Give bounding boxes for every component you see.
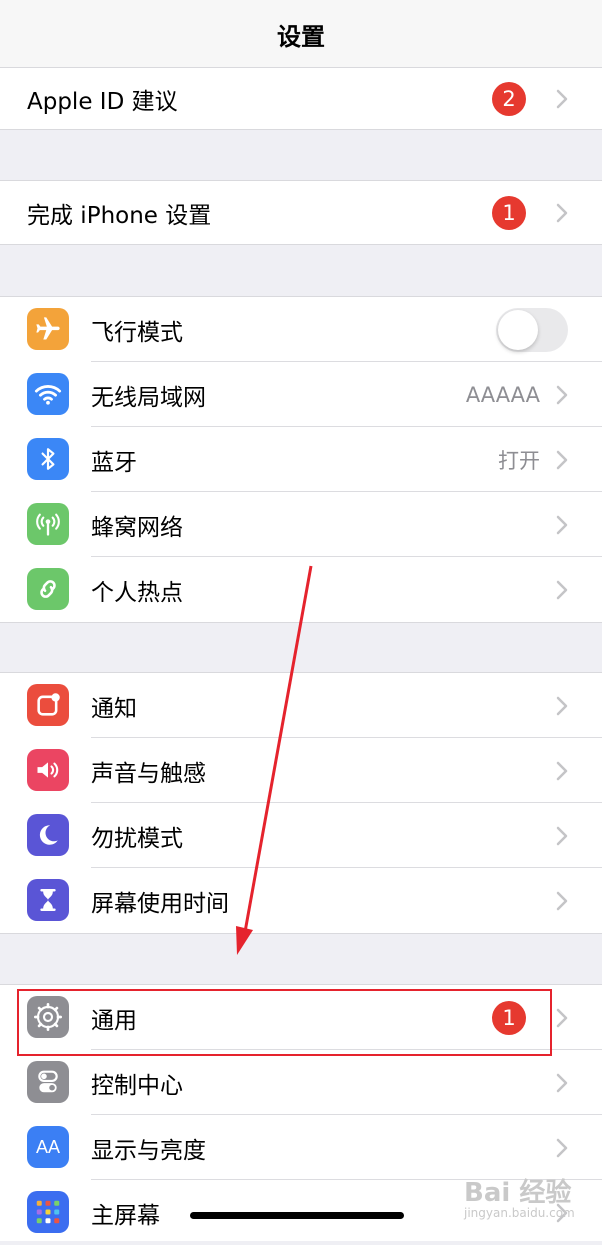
display-brightness-row[interactable]: AA 显示与亮度 bbox=[0, 1115, 602, 1180]
airplane-mode-label: 飞行模式 bbox=[91, 319, 183, 346]
bluetooth-icon bbox=[27, 438, 69, 480]
notifications-row[interactable]: 通知 bbox=[0, 673, 602, 738]
hotspot-icon bbox=[27, 568, 69, 610]
chevron-right-icon bbox=[556, 89, 568, 108]
wifi-label: 无线局域网 bbox=[91, 384, 206, 411]
iphone-setup-group: 完成 iPhone 设置 1 bbox=[0, 180, 602, 245]
sound-icon bbox=[27, 749, 69, 791]
sounds-haptics-label: 声音与触感 bbox=[91, 760, 206, 787]
navigation-bar: 设置 bbox=[0, 0, 602, 68]
chevron-right-icon bbox=[556, 696, 568, 715]
bluetooth-row[interactable]: 蓝牙 打开 bbox=[0, 427, 602, 492]
wifi-network-value: AAAAA bbox=[465, 382, 540, 407]
display-icon: AA bbox=[27, 1126, 69, 1168]
apple-id-group: Apple ID 建议 2 bbox=[0, 67, 602, 130]
personal-hotspot-label: 个人热点 bbox=[91, 579, 183, 606]
control-center-label: 控制中心 bbox=[91, 1072, 183, 1099]
control-center-icon bbox=[27, 1061, 69, 1103]
toggle-knob bbox=[498, 309, 538, 350]
notification-badge: 1 bbox=[492, 195, 526, 230]
moon-icon bbox=[27, 814, 69, 856]
watermark-logo: Bai 经验 jingyan.baidu.com bbox=[462, 1172, 602, 1224]
chevron-right-icon bbox=[556, 203, 568, 222]
bluetooth-status-value: 打开 bbox=[498, 448, 540, 473]
chevron-right-icon bbox=[556, 761, 568, 780]
notifications-group: 通知 声音与触感 勿扰模式 屏幕使用时间 bbox=[0, 672, 602, 934]
chevron-right-icon bbox=[556, 1138, 568, 1157]
watermark-sub-text: jingyan.baidu.com bbox=[464, 1206, 575, 1220]
finish-iphone-setup-label: 完成 iPhone 设置 bbox=[27, 202, 212, 229]
apple-id-suggestions-label: Apple ID 建议 bbox=[27, 88, 178, 115]
page-title: 设置 bbox=[277, 23, 325, 51]
personal-hotspot-row[interactable]: 个人热点 bbox=[0, 557, 602, 622]
chevron-right-icon bbox=[556, 385, 568, 404]
cellular-icon bbox=[27, 503, 69, 545]
apple-id-suggestions-row[interactable]: Apple ID 建议 2 bbox=[0, 68, 602, 129]
watermark-main-text: Bai 经验 bbox=[464, 1178, 572, 1208]
screen-time-row[interactable]: 屏幕使用时间 bbox=[0, 868, 602, 933]
display-icon-glyph: AA bbox=[35, 1136, 60, 1157]
bluetooth-label: 蓝牙 bbox=[91, 449, 137, 476]
home-screen-icon bbox=[27, 1191, 69, 1233]
sounds-haptics-row[interactable]: 声音与触感 bbox=[0, 738, 602, 803]
wifi-icon bbox=[27, 373, 69, 415]
airplane-mode-row: 飞行模式 bbox=[0, 297, 602, 362]
notification-badge: 2 bbox=[492, 81, 526, 116]
do-not-disturb-label: 勿扰模式 bbox=[91, 825, 183, 852]
airplane-mode-toggle[interactable] bbox=[496, 307, 568, 352]
notifications-label: 通知 bbox=[91, 695, 137, 722]
screen-time-label: 屏幕使用时间 bbox=[91, 890, 229, 917]
chevron-right-icon bbox=[556, 515, 568, 534]
display-brightness-label: 显示与亮度 bbox=[91, 1137, 206, 1164]
hourglass-icon bbox=[27, 879, 69, 921]
chevron-right-icon bbox=[556, 1073, 568, 1092]
connectivity-group: 飞行模式 无线局域网 AAAAA 蓝牙 打开 蜂窝网络 个人热点 bbox=[0, 296, 602, 623]
do-not-disturb-row[interactable]: 勿扰模式 bbox=[0, 803, 602, 868]
finish-iphone-setup-row[interactable]: 完成 iPhone 设置 1 bbox=[0, 181, 602, 244]
chevron-right-icon bbox=[556, 1008, 568, 1027]
chevron-right-icon bbox=[556, 580, 568, 599]
cellular-label: 蜂窝网络 bbox=[91, 514, 183, 541]
chevron-right-icon bbox=[556, 450, 568, 469]
airplane-icon bbox=[27, 308, 69, 350]
home-indicator bbox=[190, 1212, 404, 1219]
control-center-row[interactable]: 控制中心 bbox=[0, 1050, 602, 1115]
chevron-right-icon bbox=[556, 826, 568, 845]
cellular-row[interactable]: 蜂窝网络 bbox=[0, 492, 602, 557]
home-screen-label: 主屏幕 bbox=[91, 1202, 160, 1229]
chevron-right-icon bbox=[556, 891, 568, 910]
highlight-box bbox=[17, 989, 552, 1056]
wifi-row[interactable]: 无线局域网 AAAAA bbox=[0, 362, 602, 427]
notifications-icon bbox=[27, 684, 69, 726]
